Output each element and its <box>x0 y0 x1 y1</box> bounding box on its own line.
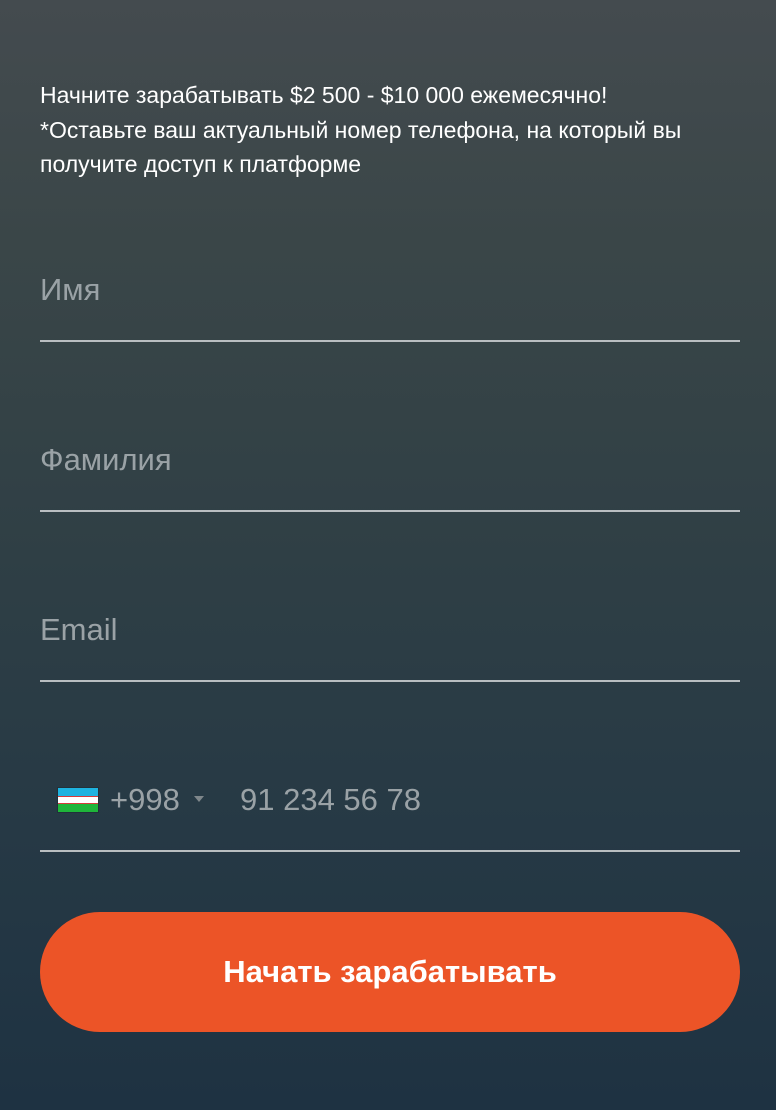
intro-text: Начните зарабатывать $2 500 - $10 000 еж… <box>40 78 740 182</box>
dial-code: +998 <box>110 782 180 817</box>
intro-headline: Начните зарабатывать $2 500 - $10 000 еж… <box>40 82 608 108</box>
email-field-wrapper <box>40 610 740 682</box>
start-earning-button[interactable]: Начать зарабатывать <box>40 912 740 1032</box>
first-name-field-wrapper <box>40 270 740 342</box>
intro-note-line-2: получите доступ к платформе <box>40 151 362 177</box>
last-name-input[interactable] <box>40 440 740 480</box>
email-input[interactable] <box>40 610 740 650</box>
country-code-selector[interactable]: +998 <box>58 780 204 820</box>
uzbekistan-flag-icon <box>58 788 98 812</box>
chevron-down-icon <box>193 796 204 802</box>
phone-field-wrapper: +998 <box>40 780 740 852</box>
first-name-input[interactable] <box>40 270 740 310</box>
intro-note-line-1: *Оставьте ваш актуальный номер телефона,… <box>40 116 682 143</box>
phone-input[interactable] <box>240 780 740 820</box>
last-name-field-wrapper <box>40 440 740 512</box>
